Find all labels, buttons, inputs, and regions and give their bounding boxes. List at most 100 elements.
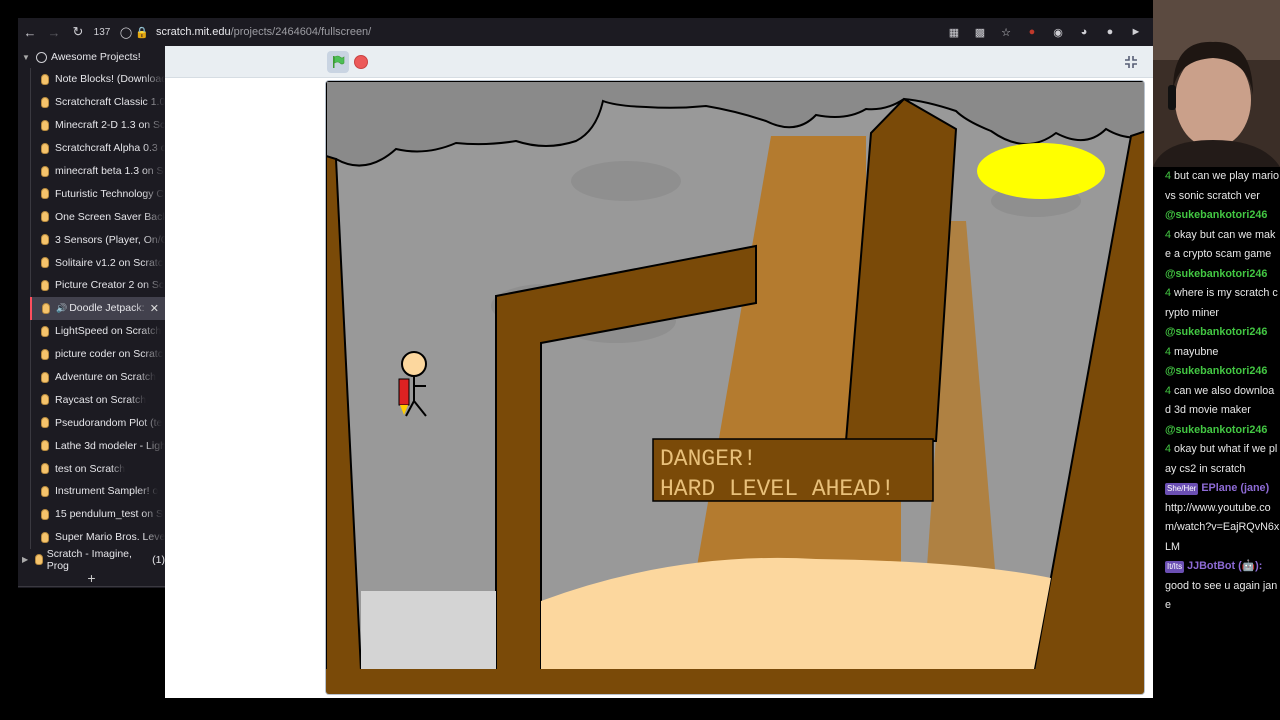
- sidebar-tab-item[interactable]: Scratchcraft Alpha 0.3 o: [30, 136, 165, 160]
- new-tab-button[interactable]: +: [18, 570, 165, 587]
- tab-label: Doodle Jetpack: I: [69, 302, 151, 315]
- scratch-favicon-icon: [41, 440, 49, 452]
- green-flag-button[interactable]: [327, 51, 349, 73]
- chat-username[interactable]: @sukebankotori246: [1165, 365, 1267, 377]
- chat-text: okay but what if we play cs2 in scratch: [1165, 443, 1278, 475]
- sidebar-tab-item[interactable]: Instrument Sampler! o: [30, 480, 165, 503]
- sidebar-tab-item[interactable]: Lathe 3d modeler - Ligh: [30, 434, 165, 458]
- tab-label: Instrument Sampler! o: [55, 485, 159, 498]
- sidebar-tab-item[interactable]: Futuristic Technology C: [30, 182, 165, 206]
- tab-label: 3 Sensors (Player, On/O: [55, 233, 165, 246]
- chat-text: can we also download 3d movie maker: [1165, 384, 1275, 417]
- close-tab-icon[interactable]: ✕: [147, 301, 159, 315]
- scratch-favicon-icon: [41, 211, 49, 223]
- scratch-favicon-icon: [35, 554, 43, 566]
- reply-marker-icon: 4: [1165, 384, 1175, 397]
- back-icon[interactable]: ←: [18, 20, 42, 44]
- grid-icon[interactable]: ▦: [943, 20, 965, 44]
- chat-message: @sukebankotori246 4 okay but what if we p…: [1165, 421, 1280, 480]
- reload-icon[interactable]: ↻: [66, 20, 90, 44]
- sidebar-tab-item[interactable]: 3 Sensors (Player, On/O: [30, 228, 165, 252]
- shield-icon[interactable]: ◯: [118, 20, 134, 44]
- chevron-down-icon[interactable]: ▼: [22, 53, 32, 62]
- url-text[interactable]: scratch.mit.edu/projects/2464604/fullscr…: [156, 26, 371, 38]
- tab-label: test on Scratch: [55, 462, 126, 475]
- tab-label: Futuristic Technology C: [55, 187, 164, 200]
- stop-button[interactable]: [354, 55, 368, 69]
- sidebar-tab-item[interactable]: Scratchcraft Classic 1.0: [30, 90, 165, 114]
- pronoun-badge: She/Her: [1165, 483, 1199, 495]
- sidebar-tab-item[interactable]: Raycast on Scratch: [30, 388, 165, 412]
- sign-line-1: DANGER!: [660, 446, 757, 472]
- scratch-favicon-icon: [41, 463, 49, 475]
- scratch-favicon-icon: [41, 485, 49, 497]
- extension-puzzle-icon[interactable]: ►: [1125, 20, 1147, 44]
- tab-group-collapsed[interactable]: ▶ Scratch - Imagine, Prog (1): [18, 547, 165, 572]
- project-stage[interactable]: DANGER! HARD LEVEL AHEAD!: [325, 80, 1145, 695]
- speaker-icon[interactable]: 🔊: [56, 303, 67, 314]
- tab-label: Raycast on Scratch: [55, 393, 147, 406]
- scratch-favicon-icon: [41, 325, 49, 337]
- browser-toolbar: ← → ↻ 137 ◯ 🔒 scratch.mit.edu/projects/2…: [18, 18, 1153, 46]
- chat-username[interactable]: EPlane (jane): [1201, 482, 1269, 494]
- extension-icon[interactable]: ◉: [1047, 20, 1069, 44]
- url-bar[interactable]: ◯ 🔒 scratch.mit.edu/projects/2464604/ful…: [118, 21, 943, 43]
- tab-group-label: Scratch - Imagine, Prog: [46, 547, 132, 572]
- chat-username[interactable]: @sukebankotori246: [1165, 424, 1267, 436]
- tab-label: minecraft beta 1.3 on S: [55, 165, 164, 177]
- scratch-favicon-icon: [42, 302, 50, 314]
- scratch-page: DANGER! HARD LEVEL AHEAD!: [165, 46, 1153, 698]
- chat-message: @sukebankotori246 4 okay but can we make …: [1165, 206, 1280, 265]
- player-controls: [165, 46, 1153, 78]
- tab-label: Pseudorandom Plot (te: [55, 416, 163, 429]
- chevron-right-icon[interactable]: ▶: [22, 555, 31, 564]
- chat-username[interactable]: @sukebankotori246: [1165, 268, 1267, 280]
- forward-icon[interactable]: →: [42, 20, 66, 44]
- reply-marker-icon: 4: [1165, 170, 1175, 182]
- sidebar-tab-item[interactable]: LightSpeed on Scratch: [30, 319, 165, 343]
- sidebar-tab-item[interactable]: Solitaire v1.2 on Scratc: [30, 251, 165, 275]
- tab-label: 15 pendulum_test on S: [55, 508, 163, 521]
- tab-label: picture coder on Scratc: [55, 348, 163, 361]
- scratch-favicon-icon: [41, 257, 49, 269]
- chat-message: It/Its JJBotBot (🤖): good to see u again …: [1165, 557, 1280, 616]
- tab-group-header[interactable]: ▼ Awesome Projects!: [18, 46, 165, 68]
- reply-marker-icon: 4: [1165, 443, 1175, 455]
- sidebar-tab-item[interactable]: Picture Creator 2 on Sc: [30, 274, 165, 297]
- chat-username[interactable]: JJBotBot (🤖):: [1187, 560, 1262, 572]
- reply-marker-icon: 4: [1165, 287, 1175, 299]
- qr-icon[interactable]: ▩: [969, 20, 991, 44]
- mask-icon[interactable]: ◕: [1073, 20, 1095, 44]
- chat-message: @sukebankotori246 4 where is my scratch c…: [1165, 265, 1280, 324]
- tab-label: Note Blocks! (Download: [55, 73, 165, 86]
- scratch-favicon-icon: [41, 348, 49, 360]
- tab-counter[interactable]: 137: [90, 27, 114, 38]
- sidebar-tab-item[interactable]: Adventure on Scratch: [30, 365, 165, 389]
- lock-icon[interactable]: 🔒: [134, 20, 150, 44]
- sidebar-tab-item[interactable]: Note Blocks! (Download: [30, 68, 165, 91]
- sidebar-tab-item[interactable]: Super Mario Bros. Leve: [30, 525, 165, 549]
- webcam-feed: [1153, 0, 1280, 167]
- account-icon[interactable]: ●: [1099, 20, 1121, 44]
- chat-username[interactable]: @sukebankotori246: [1165, 326, 1267, 338]
- sidebar-tab-item[interactable]: One Screen Saver Back: [30, 205, 165, 229]
- bookmark-star-icon[interactable]: ☆: [995, 20, 1017, 44]
- extension-red-icon[interactable]: ●: [1021, 20, 1043, 44]
- sidebar-tab-item[interactable]: Minecraft 2-D 1.3 on Sc: [30, 113, 165, 137]
- tab-label: Minecraft 2-D 1.3 on Sc: [55, 119, 165, 132]
- reply-marker-icon: 4: [1165, 228, 1175, 241]
- tab-label: Super Mario Bros. Leve: [55, 531, 165, 544]
- chat-message: @sukebankotori246 4 can we also download …: [1165, 362, 1280, 421]
- cloud-shadow: [571, 161, 681, 201]
- exit-fullscreen-icon[interactable]: [1123, 54, 1139, 70]
- sidebar-tab-item[interactable]: minecraft beta 1.3 on S: [30, 159, 165, 183]
- sidebar-tab-item[interactable]: 15 pendulum_test on S: [30, 502, 165, 526]
- chat-username[interactable]: @sukebankotori246: [1165, 209, 1267, 221]
- sidebar-tab-item[interactable]: Pseudorandom Plot (te: [30, 411, 165, 435]
- tab-label: Adventure on Scratch: [55, 371, 156, 384]
- sidebar-tab-item[interactable]: test on Scratch: [30, 457, 165, 481]
- toolbar-extensions: ▦ ▩ ☆ ● ◉ ◕ ● ►: [943, 20, 1147, 44]
- sidebar-tab-item[interactable]: picture coder on Scratc: [30, 342, 165, 366]
- sidebar-tab-item[interactable]: 🔊 Doodle Jetpack: I ✕: [30, 296, 165, 320]
- tab-group-title: Awesome Projects!: [51, 51, 141, 63]
